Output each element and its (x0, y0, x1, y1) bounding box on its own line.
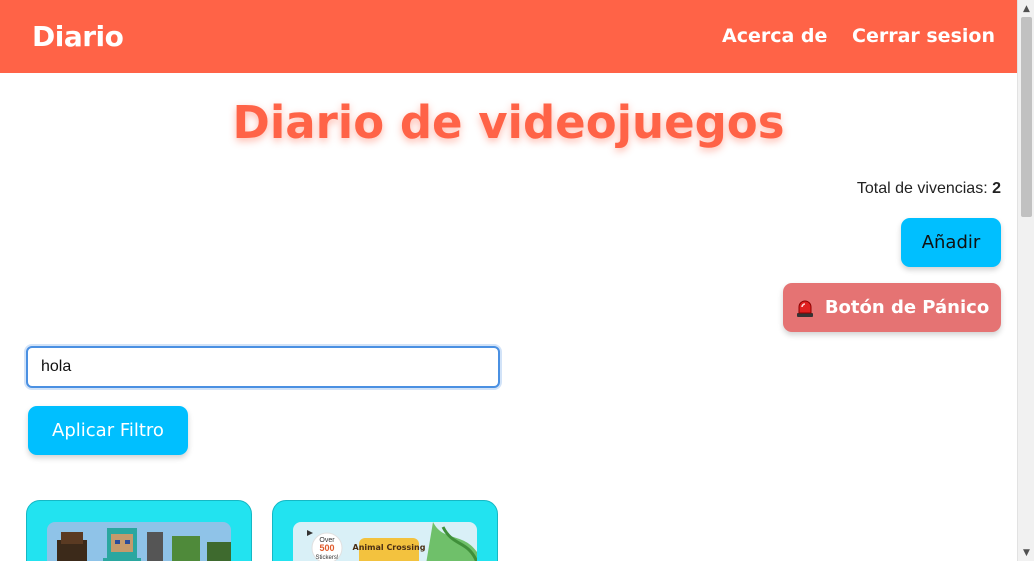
minecraft-cover-image (47, 522, 231, 561)
scroll-down-arrow-icon[interactable]: ▼ (1018, 544, 1034, 561)
add-button[interactable]: Añadir (901, 218, 1001, 267)
scrollbar-thumb[interactable] (1021, 17, 1032, 217)
sticker-badge-stickers: Stickers! (315, 555, 338, 561)
panic-button[interactable]: Botón de Pánico (783, 283, 1001, 332)
siren-icon (796, 300, 813, 317)
filter-input[interactable] (26, 346, 500, 388)
animal-crossing-logo-text: Animal Crossing (353, 543, 426, 552)
total-entries-label: Total de vivencias: (856, 180, 988, 197)
brand-logo[interactable]: Diario (32, 20, 124, 53)
game-card[interactable] (26, 500, 252, 561)
total-entries-text: Total de vivencias: 2 (857, 180, 1001, 198)
panic-button-label: Botón de Pánico (824, 297, 990, 318)
game-card-image: Over 500 Stickers! Animal Crossing (293, 522, 477, 561)
game-card-image (47, 522, 231, 561)
page-title: Diario de videojuegos (232, 96, 785, 149)
total-entries-count: 2 (992, 180, 1001, 197)
animal-crossing-cover-image: Over 500 Stickers! Animal Crossing (293, 522, 477, 561)
top-navbar: Diario Acerca de Cerrar sesion (0, 0, 1017, 73)
game-card[interactable]: Over 500 Stickers! Animal Crossing (272, 500, 498, 561)
nav-about-link[interactable]: Acerca de (722, 25, 827, 47)
vertical-scrollbar[interactable]: ▲ ▼ (1017, 0, 1034, 561)
nav-logout-link[interactable]: Cerrar sesion (852, 25, 995, 47)
scroll-up-arrow-icon[interactable]: ▲ (1018, 0, 1034, 17)
sticker-badge-count: 500 (319, 543, 334, 553)
apply-filter-button[interactable]: Aplicar Filtro (28, 406, 188, 455)
